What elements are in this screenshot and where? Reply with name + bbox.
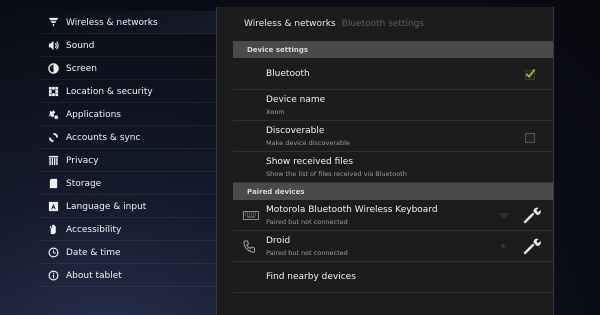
applications-icon	[40, 109, 66, 120]
checkmark-icon	[525, 68, 536, 79]
discoverable-row[interactable]: Discoverable Make device discoverable	[233, 121, 553, 152]
find-nearby-label: Find nearby devices	[266, 272, 356, 282]
breadcrumb-current[interactable]: Wireless & networks	[244, 19, 336, 29]
nav-item-privacy[interactable]: Privacy	[40, 149, 216, 172]
device-name-row[interactable]: Device name Xoom	[233, 90, 553, 121]
nav-label: Storage	[66, 178, 102, 189]
section-title: Paired devices	[247, 187, 305, 196]
device-status: Paired but not connected	[266, 218, 348, 226]
nav-label: Privacy	[66, 155, 99, 166]
section-title: Device settings	[247, 45, 309, 54]
nav-label: Language & input	[66, 201, 147, 212]
bluetooth-settings-panel: Wireless & networks Bluetooth settings De…	[216, 7, 554, 315]
location-security-icon	[40, 86, 66, 97]
bluetooth-toggle-row[interactable]: Bluetooth	[233, 58, 553, 90]
nav-label: Screen	[66, 63, 97, 74]
row-summary: Xoom	[266, 108, 285, 116]
row-title: Discoverable	[266, 126, 325, 136]
nav-label: Accounts & sync	[66, 132, 141, 143]
row-title: Device name	[266, 95, 326, 105]
discoverable-checkbox[interactable]	[525, 133, 535, 143]
nav-label: Date & time	[66, 247, 121, 258]
sound-icon	[40, 40, 66, 51]
nav-item-screen[interactable]: Screen	[40, 57, 216, 80]
nav-label: Applications	[66, 109, 121, 120]
device-name: Droid	[266, 236, 291, 246]
wireless-icon	[40, 17, 66, 28]
storage-icon	[40, 178, 66, 189]
phone-icon	[243, 240, 256, 253]
language-input-icon	[40, 201, 66, 212]
device-status: Paired but not connected	[266, 249, 348, 257]
received-files-row[interactable]: Show received files Show the list of fil…	[233, 152, 553, 183]
settings-nav: Wireless & networks Sound Screen Locatio…	[40, 11, 216, 287]
nav-item-date-time[interactable]: Date & time	[40, 241, 216, 264]
date-time-icon	[40, 247, 66, 258]
about-tablet-icon	[40, 270, 66, 281]
device-name: Motorola Bluetooth Wireless Keyboard	[266, 205, 438, 215]
nav-item-location-security[interactable]: Location & security	[40, 80, 216, 103]
row-title: Show received files	[266, 157, 354, 167]
nav-item-accessibility[interactable]: Accessibility	[40, 218, 216, 241]
row-summary: Show the list of files received via Blue…	[266, 170, 407, 178]
accessibility-icon	[40, 224, 66, 235]
bluetooth-checkbox[interactable]	[525, 68, 536, 80]
paired-device-row[interactable]: Droid Paired but not connected	[233, 231, 553, 262]
find-nearby-devices-row[interactable]: Find nearby devices	[233, 262, 553, 293]
nav-item-accounts-sync[interactable]: Accounts & sync	[40, 126, 216, 149]
accounts-sync-icon	[40, 132, 66, 143]
keyboard-icon	[243, 211, 259, 220]
nav-label: Accessibility	[66, 224, 122, 235]
nav-label: About tablet	[66, 270, 122, 281]
breadcrumb-sub: Bluetooth settings	[341, 19, 425, 29]
wrench-settings-icon[interactable]	[523, 206, 541, 224]
nav-item-applications[interactable]: Applications	[40, 103, 216, 126]
paired-device-row[interactable]: Motorola Bluetooth Wireless Keyboard Pai…	[233, 200, 553, 231]
bluetooth-status-icon	[502, 243, 506, 249]
nav-item-language-input[interactable]: Language & input	[40, 195, 216, 218]
nav-item-sound[interactable]: Sound	[40, 34, 216, 57]
row-title: Bluetooth	[266, 69, 310, 79]
privacy-icon	[40, 155, 66, 166]
nav-item-wireless[interactable]: Wireless & networks	[40, 11, 216, 34]
breadcrumb: Wireless & networks Bluetooth settings	[244, 19, 424, 29]
nav-label: Sound	[66, 40, 95, 51]
nav-item-storage[interactable]: Storage	[40, 172, 216, 195]
nav-label: Location & security	[66, 86, 153, 97]
section-header-device: Device settings	[233, 41, 553, 58]
row-summary: Make device discoverable	[266, 139, 350, 147]
nav-label: Wireless & networks	[66, 17, 158, 28]
screen-icon	[40, 63, 66, 74]
signal-icon	[500, 213, 508, 219]
wrench-settings-icon[interactable]	[523, 237, 541, 255]
nav-item-about-tablet[interactable]: About tablet	[40, 264, 216, 287]
section-header-paired: Paired devices	[233, 183, 553, 200]
